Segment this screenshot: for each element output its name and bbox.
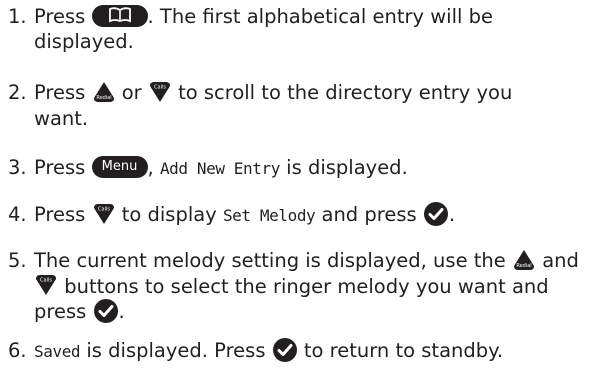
step-number: 6. bbox=[8, 339, 27, 362]
calls-down-icon: Calls bbox=[148, 80, 172, 104]
step-press-text: Press bbox=[34, 203, 86, 226]
step-3: 3. Press Menu, Add New Entry is displayed… bbox=[8, 155, 408, 179]
step-text-cont: want. bbox=[34, 106, 89, 130]
step-text: to display bbox=[121, 203, 217, 226]
step-number: 1. bbox=[8, 5, 27, 28]
step-press-text: Press bbox=[34, 156, 86, 179]
step-text: . The first alphabetical entry will be bbox=[147, 5, 494, 28]
step-text: buttons to select the ringer melody you … bbox=[64, 274, 549, 298]
calls-down-icon: Calls bbox=[92, 202, 116, 226]
step-2: 2. Press Redial or Calls to scroll to the… bbox=[8, 80, 593, 131]
step-text: and bbox=[542, 249, 579, 272]
ok-check-icon bbox=[93, 298, 119, 324]
step-text: and press bbox=[321, 203, 417, 226]
lcd-text: Saved bbox=[34, 342, 81, 361]
step-number: 2. bbox=[8, 81, 27, 104]
step-press-text: Press bbox=[34, 5, 86, 28]
step-press-text: Press bbox=[34, 81, 86, 104]
instructions-page: 1. Press . The first alphabetical entry w… bbox=[0, 0, 600, 370]
svg-text:Calls: Calls bbox=[40, 278, 52, 284]
redial-up-icon: Redial bbox=[92, 80, 116, 104]
calls-down-icon: Calls bbox=[34, 273, 58, 297]
step-text-cont: displayed. bbox=[34, 30, 134, 53]
step-6: 6. Saved is displayed. Press to return to… bbox=[8, 337, 593, 365]
menu-icon: Menu bbox=[91, 155, 148, 178]
step-number: 3. bbox=[8, 156, 27, 179]
svg-text:Redial: Redial bbox=[516, 263, 531, 269]
step-text: press bbox=[34, 300, 87, 323]
step-text: is displayed. Press bbox=[86, 339, 266, 362]
ok-check-icon bbox=[272, 337, 298, 363]
svg-text:Redial: Redial bbox=[96, 95, 111, 101]
step-1: 1. Press . The first alphabetical entry w… bbox=[8, 4, 593, 54]
step-text: The current melody setting is displayed,… bbox=[34, 249, 506, 272]
ok-check-icon bbox=[423, 201, 449, 227]
step-text: to return to standby. bbox=[303, 339, 504, 362]
svg-text:Calls: Calls bbox=[154, 84, 166, 90]
redial-up-icon: Redial bbox=[512, 248, 536, 272]
step-text: to scroll to the directory entry you bbox=[178, 81, 513, 104]
lcd-text: Set Melody bbox=[222, 206, 316, 225]
step-number: 4. bbox=[8, 203, 27, 226]
step-text: is displayed. bbox=[286, 156, 408, 179]
phonebook-icon bbox=[91, 4, 148, 27]
step-4: 4. Press Calls to display Set Melody and … bbox=[8, 201, 593, 229]
svg-text:Calls: Calls bbox=[98, 206, 110, 212]
step-number: 5. bbox=[8, 249, 27, 272]
lcd-text: Add New Entry bbox=[159, 159, 280, 178]
step-or-text: or bbox=[121, 81, 142, 104]
step-5: 5. The current melody setting is displaye… bbox=[8, 248, 579, 324]
